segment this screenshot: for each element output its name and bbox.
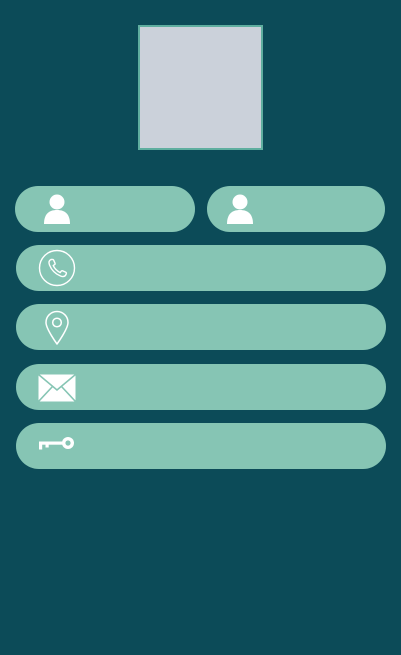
phone-input[interactable] bbox=[96, 245, 366, 291]
key-icon bbox=[38, 436, 76, 454]
first-name-field[interactable] bbox=[15, 186, 195, 232]
location-pin-icon bbox=[44, 310, 70, 346]
last-name-input[interactable] bbox=[269, 186, 365, 232]
user-icon bbox=[226, 193, 254, 225]
password-field[interactable] bbox=[16, 423, 386, 469]
password-input[interactable] bbox=[96, 423, 366, 469]
address-input[interactable] bbox=[96, 304, 366, 350]
user-icon bbox=[43, 193, 71, 225]
phone-icon bbox=[38, 249, 76, 287]
last-name-field[interactable] bbox=[207, 186, 385, 232]
avatar-upload[interactable] bbox=[138, 25, 263, 150]
envelope-icon bbox=[38, 374, 76, 402]
email-input[interactable] bbox=[96, 364, 366, 410]
first-name-input[interactable] bbox=[77, 186, 175, 232]
email-field[interactable] bbox=[16, 364, 386, 410]
phone-field[interactable] bbox=[16, 245, 386, 291]
address-field[interactable] bbox=[16, 304, 386, 350]
